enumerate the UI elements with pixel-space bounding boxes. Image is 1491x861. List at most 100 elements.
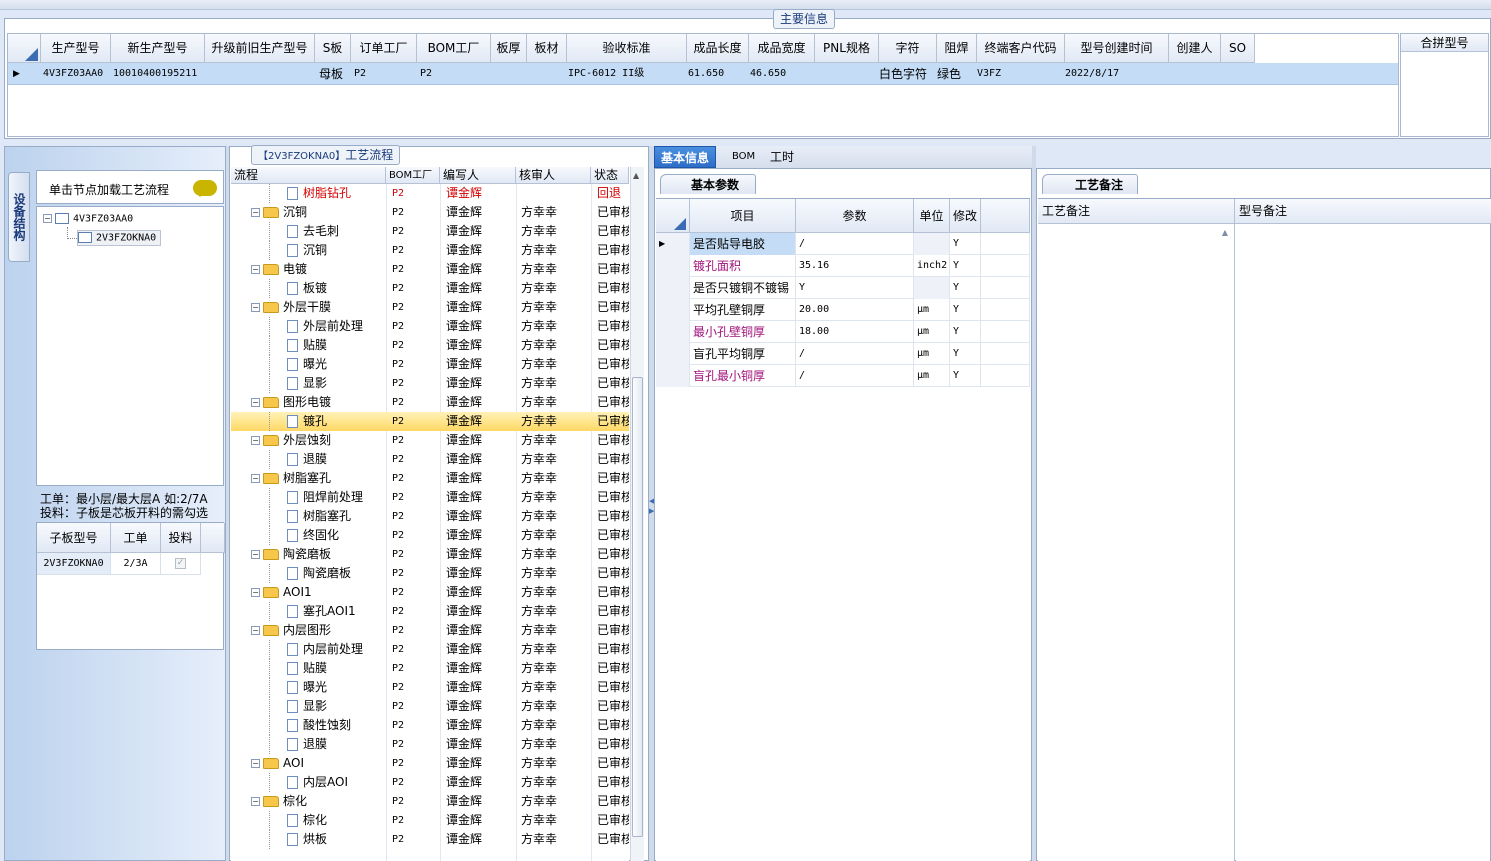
cell-bom-factory[interactable]: P2: [418, 63, 492, 85]
main-col-header[interactable]: 升级前旧生产型号: [205, 34, 315, 63]
param-modify[interactable]: Y: [950, 321, 981, 343]
flow-row[interactable]: 棕化 P2 谭金辉 方幸幸 已审核: [231, 811, 629, 830]
cell-created[interactable]: 2022/8/17: [1063, 63, 1167, 85]
tree-toggle-icon[interactable]: −: [251, 626, 260, 635]
flow-row[interactable]: − 外层干膜 P2 谭金辉 方幸幸 已审核: [231, 298, 629, 317]
param-item[interactable]: 平均孔壁铜厚: [690, 299, 796, 321]
flow-row[interactable]: − AOI P2 谭金辉 方幸幸 已审核: [231, 754, 629, 773]
param-unit[interactable]: μm: [914, 365, 950, 387]
param-modify[interactable]: Y: [950, 255, 981, 277]
flow-row[interactable]: − 图形电镀 P2 谭金辉 方幸幸 已审核: [231, 393, 629, 412]
flow-row[interactable]: 镀孔 P2 谭金辉 方幸幸 已审核: [231, 412, 629, 431]
process-remark-area[interactable]: ▲: [1038, 224, 1235, 861]
param-value[interactable]: 18.00: [796, 321, 914, 343]
param-unit[interactable]: [914, 277, 950, 299]
cell-order-factory[interactable]: P2: [352, 63, 418, 85]
flow-row[interactable]: − 外层蚀刻 P2 谭金辉 方幸幸 已审核: [231, 431, 629, 450]
tree-toggle-icon[interactable]: −: [251, 588, 260, 597]
flow-row[interactable]: 贴膜 P2 谭金辉 方幸幸 已审核: [231, 336, 629, 355]
sub-board-grid[interactable]: 子板型号 工单 投料 2V3FZOKNA0 2/3A ✓: [36, 522, 225, 650]
param-item[interactable]: 盲孔平均铜厚: [690, 343, 796, 365]
param-item[interactable]: 是否只镀铜不镀锡: [690, 277, 796, 299]
cell-model[interactable]: 4V3FZ03AA0: [41, 63, 111, 85]
sub-cell-model[interactable]: 2V3FZOKNA0: [37, 553, 111, 575]
scroll-up-icon[interactable]: ▲: [633, 171, 639, 180]
param-item[interactable]: 镀孔面积: [690, 255, 796, 277]
main-col-header[interactable]: 订单工厂: [351, 34, 417, 63]
flow-row[interactable]: 退膜 P2 谭金辉 方幸幸 已审核: [231, 735, 629, 754]
main-col-header[interactable]: 生产型号: [41, 34, 111, 63]
cell-standard[interactable]: IPC-6012 II级: [566, 63, 686, 85]
param-unit[interactable]: [914, 233, 950, 255]
param-unit[interactable]: μm: [914, 299, 950, 321]
col-value[interactable]: 参数: [796, 199, 914, 233]
main-info-grid[interactable]: 生产型号 新生产型号 升级前旧生产型号 S板 订单工厂 BOM工厂 板厚 板材 验收标准 成品长度…: [7, 33, 1399, 137]
flow-row[interactable]: 终固化 P2 谭金辉 方幸幸 已审核: [231, 526, 629, 545]
tab-basic-info[interactable]: 基本信息: [654, 146, 717, 168]
flow-row[interactable]: − AOI1 P2 谭金辉 方幸幸 已审核: [231, 583, 629, 602]
param-row[interactable]: 镀孔面积 35.16 inch2 Y: [656, 255, 1030, 277]
col-model-remark[interactable]: 型号备注: [1235, 199, 1491, 223]
flow-row[interactable]: 酸性蚀刻 P2 谭金辉 方幸幸 已审核: [231, 716, 629, 735]
basic-params-grid[interactable]: 项目 参数 单位 修改 ▶ 是否贴导电胶 / Y 镀孔面积 35.16 inch2 Y 是否只镀…: [656, 198, 1030, 861]
tree-toggle-icon[interactable]: −: [251, 398, 260, 407]
tab-bom[interactable]: BOM: [726, 146, 761, 168]
col-process-remark[interactable]: 工艺备注: [1038, 199, 1235, 223]
cell-new-model[interactable]: 10010400195211: [111, 63, 205, 85]
param-modify[interactable]: Y: [950, 365, 981, 387]
tree-node-root[interactable]: −4V3FZ03AA0: [43, 213, 133, 225]
param-item[interactable]: 盲孔最小铜厚: [690, 365, 796, 387]
process-flow-grid[interactable]: 流程 BOM工厂 编写人 核审人 状态 树脂钻孔 P2 谭金辉 回退 − 沉铜 P2 谭金辉方…: [231, 167, 629, 861]
flow-row[interactable]: 内层AOI P2 谭金辉 方幸幸 已审核: [231, 773, 629, 792]
main-col-header[interactable]: PNL规格: [815, 34, 879, 63]
flow-scrollbar[interactable]: ▲: [630, 167, 644, 861]
flow-row[interactable]: 陶瓷磨板 P2 谭金辉 方幸幸 已审核: [231, 564, 629, 583]
flow-row[interactable]: 树脂钻孔 P2 谭金辉 回退: [231, 184, 629, 203]
sub-cell-feed[interactable]: ✓: [161, 553, 201, 575]
remark-scroll-up-icon[interactable]: ▲: [1222, 228, 1228, 237]
flow-row[interactable]: 退膜 P2 谭金辉 方幸幸 已审核: [231, 450, 629, 469]
param-value[interactable]: Y: [796, 277, 914, 299]
flow-row[interactable]: 烘板 P2 谭金辉 方幸幸 已审核: [231, 830, 629, 849]
param-row[interactable]: 是否只镀铜不镀锡 Y Y: [656, 277, 1030, 299]
param-modify[interactable]: Y: [950, 299, 981, 321]
flow-row[interactable]: 贴膜 P2 谭金辉 方幸幸 已审核: [231, 659, 629, 678]
flow-row[interactable]: − 棕化 P2 谭金辉 方幸幸 已审核: [231, 792, 629, 811]
main-col-header[interactable]: 验收标准: [567, 34, 687, 63]
param-row[interactable]: 平均孔壁铜厚 20.00 μm Y: [656, 299, 1030, 321]
col-writer[interactable]: 编写人: [440, 167, 516, 184]
tree-toggle-icon[interactable]: −: [251, 474, 260, 483]
param-item[interactable]: 最小孔壁铜厚: [690, 321, 796, 343]
col-status[interactable]: 状态: [591, 167, 629, 184]
param-value[interactable]: /: [796, 343, 914, 365]
flow-row[interactable]: 去毛刺 P2 谭金辉 方幸幸 已审核: [231, 222, 629, 241]
param-row[interactable]: 最小孔壁铜厚 18.00 μm Y: [656, 321, 1030, 343]
param-value[interactable]: /: [796, 233, 914, 255]
tree-toggle-icon[interactable]: −: [43, 214, 52, 223]
grid-corner[interactable]: [8, 34, 41, 63]
main-col-header[interactable]: 型号创建时间: [1065, 34, 1169, 63]
cell-length[interactable]: 61.650: [686, 63, 748, 85]
sub-cell-order[interactable]: 2/3A: [111, 553, 161, 575]
col-unit[interactable]: 单位: [914, 199, 950, 233]
vertical-tab-structure[interactable]: 设备结构: [8, 172, 30, 262]
col-modify[interactable]: 修改: [950, 199, 981, 233]
main-col-header[interactable]: SO: [1221, 34, 1255, 63]
sub-col-model[interactable]: 子板型号: [37, 523, 111, 553]
flow-row[interactable]: 显影 P2 谭金辉 方幸幸 已审核: [231, 374, 629, 393]
main-info-row[interactable]: ▶ 4V3FZ03AA0 10010400195211 母板 P2 P2 IPC…: [8, 63, 1398, 85]
param-value[interactable]: 20.00: [796, 299, 914, 321]
scroll-thumb[interactable]: [632, 377, 643, 837]
param-value[interactable]: /: [796, 365, 914, 387]
flow-row[interactable]: − 沉铜 P2 谭金辉 方幸幸 已审核: [231, 203, 629, 222]
flow-row[interactable]: − 陶瓷磨板 P2 谭金辉 方幸幸 已审核: [231, 545, 629, 564]
flow-row[interactable]: 曝光 P2 谭金辉 方幸幸 已审核: [231, 355, 629, 374]
cell-character[interactable]: 白色字符: [877, 63, 935, 85]
flow-row[interactable]: 内层前处理 P2 谭金辉 方幸幸 已审核: [231, 640, 629, 659]
flow-row[interactable]: 树脂塞孔 P2 谭金辉 方幸幸 已审核: [231, 507, 629, 526]
param-unit[interactable]: μm: [914, 343, 950, 365]
cell-solder-mask[interactable]: 绿色: [935, 63, 975, 85]
basic-params-section-tab[interactable]: 基本参数: [660, 174, 756, 194]
model-remark-area[interactable]: [1236, 224, 1490, 861]
structure-tree[interactable]: −4V3FZ03AA0 2V3FZOKNA0: [36, 206, 224, 486]
